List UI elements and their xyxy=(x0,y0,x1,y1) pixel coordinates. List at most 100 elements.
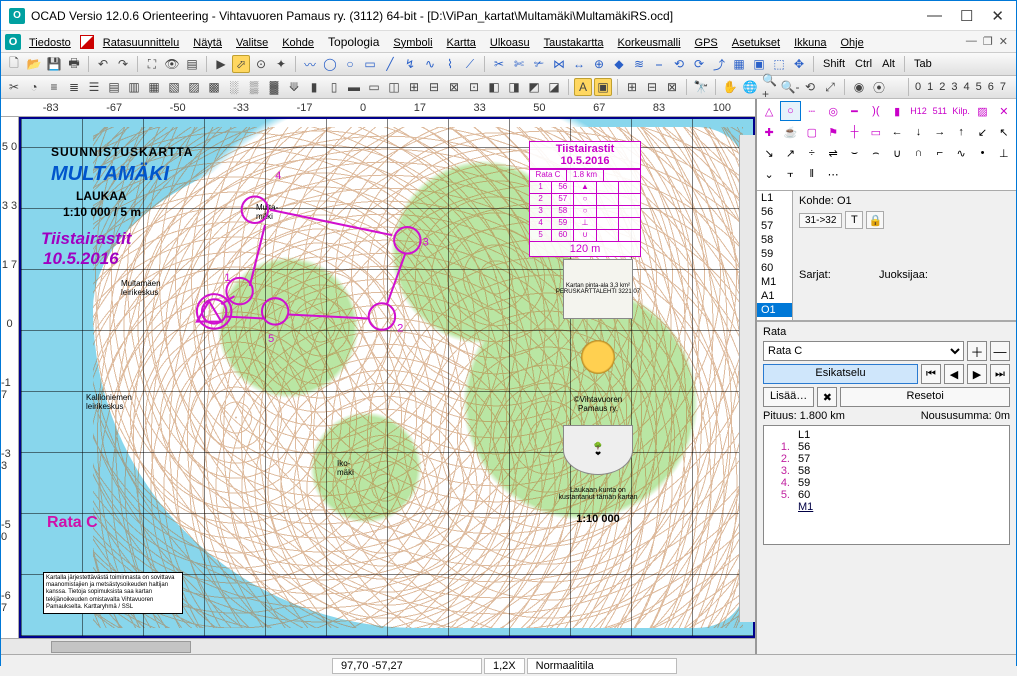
t2-marker-icon[interactable]: ◔ xyxy=(25,78,43,96)
t2-tbl3-icon[interactable]: ⊠ xyxy=(663,78,681,96)
pointer-icon[interactable]: ▶ xyxy=(212,55,230,73)
t2-p12-icon[interactable]: ◩ xyxy=(525,78,543,96)
sym-more-icon[interactable]: ⋯ xyxy=(823,164,843,184)
cut-icon[interactable]: ✂ xyxy=(490,55,508,73)
sym-cup-icon[interactable]: ☕ xyxy=(780,122,800,142)
sym-arr-l-icon[interactable]: ← xyxy=(887,122,907,142)
t2-drop-icon[interactable]: ⟱ xyxy=(285,78,303,96)
menu-map[interactable]: Kartta xyxy=(441,33,482,51)
sym-dblcircle-icon[interactable]: ◎ xyxy=(823,101,843,121)
lock-icon[interactable]: 🔒 xyxy=(866,211,884,229)
list-item[interactable]: A1 xyxy=(757,289,792,303)
menu-layout[interactable]: Ulkoasu xyxy=(484,33,536,51)
opt5-icon[interactable]: ⬚ xyxy=(770,55,788,73)
list-item[interactable]: 59 xyxy=(757,247,792,261)
t2-p2-icon[interactable]: ▯ xyxy=(325,78,343,96)
undo-icon[interactable]: ↶ xyxy=(94,55,112,73)
t2-h11-icon[interactable]: ▒ xyxy=(245,78,263,96)
menu-select[interactable]: Valitse xyxy=(230,33,274,51)
sym-dbldash-icon[interactable]: ⇌ xyxy=(823,143,843,163)
nav-icon[interactable]: ✥ xyxy=(790,55,808,73)
straight-icon[interactable]: ⎯ xyxy=(650,55,668,73)
list-item[interactable]: 57 xyxy=(757,219,792,233)
sym-hatch-icon[interactable]: ▨ xyxy=(972,101,992,121)
maximize-button[interactable]: ☐ xyxy=(960,7,973,25)
last-icon[interactable]: ⏭ xyxy=(990,364,1010,384)
mod-tab[interactable]: Tab xyxy=(910,58,936,70)
t2-h4-icon[interactable]: ▤ xyxy=(105,78,123,96)
sym-cross2-icon[interactable]: ┼ xyxy=(844,122,864,142)
menu-file[interactable]: Tiedosto xyxy=(23,33,77,51)
t2-zoomreset-icon[interactable]: ⟲ xyxy=(801,78,819,96)
t2-layer-icon[interactable]: ▣ xyxy=(594,78,612,96)
menu-symbol[interactable]: Symboli xyxy=(387,33,438,51)
app-menu-icon[interactable]: O xyxy=(5,34,21,50)
curve-icon[interactable]: 〰 xyxy=(301,55,319,73)
menu-topology[interactable]: Topologia xyxy=(322,33,385,51)
sym-line-icon[interactable]: ━ xyxy=(844,101,864,121)
sym-arr-ul-icon[interactable]: ↖ xyxy=(994,122,1014,142)
t2-hand-icon[interactable]: ✋ xyxy=(721,78,739,96)
rata-remove-button[interactable]: — xyxy=(990,341,1010,361)
sym-step-icon[interactable]: ⌐ xyxy=(930,143,950,163)
menu-dem[interactable]: Korkeusmalli xyxy=(612,33,687,51)
t2-h9-icon[interactable]: ▩ xyxy=(205,78,223,96)
list-item[interactable]: 60 xyxy=(757,261,792,275)
t2-p1-icon[interactable]: ▮ xyxy=(305,78,323,96)
t2-h12-icon[interactable]: ▓ xyxy=(265,78,283,96)
sym-parallel-icon[interactable]: ‖ xyxy=(802,164,822,184)
new-icon[interactable]: 🗋 xyxy=(5,55,23,73)
menu-bgmap[interactable]: Taustakartta xyxy=(538,33,610,51)
add-button[interactable]: Lisää… xyxy=(763,387,814,407)
mdi-restore-icon[interactable]: ❐ xyxy=(983,35,993,48)
first-icon[interactable]: ⏮ xyxy=(921,364,941,384)
menu-help[interactable]: Ohje xyxy=(834,33,869,51)
t2-zoomout-icon[interactable]: 🔍- xyxy=(781,78,799,96)
rect-icon[interactable]: ▭ xyxy=(361,55,379,73)
t2-p10-icon[interactable]: ◧ xyxy=(485,78,503,96)
sym-cup2-icon[interactable]: ∪ xyxy=(887,143,907,163)
mod-ctrl[interactable]: Ctrl xyxy=(851,58,876,70)
anchor-icon[interactable]: ⊕ xyxy=(590,55,608,73)
fill-icon[interactable]: ▦ xyxy=(730,55,748,73)
sparkle-icon[interactable]: ✦ xyxy=(272,55,290,73)
redo-icon[interactable]: ↷ xyxy=(114,55,132,73)
cut2-icon[interactable]: ✄ xyxy=(510,55,528,73)
horizontal-scrollbar[interactable] xyxy=(1,638,755,654)
sym-arr-dr-icon[interactable]: ↘ xyxy=(759,143,779,163)
sym-wave-icon[interactable]: ∿ xyxy=(951,143,971,163)
t2-h10-icon[interactable]: ░ xyxy=(225,78,243,96)
line-icon[interactable]: ╱ xyxy=(381,55,399,73)
t2-zoomin-icon[interactable]: 🔍+ xyxy=(761,78,779,96)
t2-p4-icon[interactable]: ▭ xyxy=(365,78,383,96)
sym-arr-u-icon[interactable]: ↑ xyxy=(951,122,971,142)
sym-perp-icon[interactable]: ⊥ xyxy=(994,143,1014,163)
opt1-icon[interactable]: ⟲ xyxy=(670,55,688,73)
t2-h7-icon[interactable]: ▧ xyxy=(165,78,183,96)
sym-cross-icon[interactable]: ✕ xyxy=(994,101,1014,121)
t2-p13-icon[interactable]: ◪ xyxy=(545,78,563,96)
freehand-icon[interactable]: ∿ xyxy=(421,55,439,73)
list-item[interactable]: L1 xyxy=(757,191,792,205)
opt4-icon[interactable]: ▣ xyxy=(750,55,768,73)
preview-button[interactable]: Esikatselu xyxy=(763,364,918,384)
sym-arr-dl-icon[interactable]: ↙ xyxy=(972,122,992,142)
mod-shift[interactable]: Shift xyxy=(819,58,849,70)
stairs-icon[interactable]: ⌇ xyxy=(441,55,459,73)
save-icon[interactable]: 💾 xyxy=(45,55,63,73)
sym-vbar-icon[interactable]: ⫟ xyxy=(780,164,800,184)
sym-kilp[interactable]: Kilp. xyxy=(951,101,971,121)
grid-icon[interactable]: ▤ xyxy=(183,55,201,73)
object-list[interactable]: L1 56 57 58 59 60 M1 A1 O1 xyxy=(757,191,793,320)
close-button[interactable]: ✕ xyxy=(991,7,1004,25)
t2-p6-icon[interactable]: ⊞ xyxy=(405,78,423,96)
t2-p11-icon[interactable]: ◨ xyxy=(505,78,523,96)
sym-brackets-icon[interactable]: )( xyxy=(866,101,886,121)
t2-tbl1-icon[interactable]: ⊞ xyxy=(623,78,641,96)
t2-p5-icon[interactable]: ◫ xyxy=(385,78,403,96)
eye-icon[interactable]: 👁 xyxy=(163,55,181,73)
polyline-icon[interactable]: ↯ xyxy=(401,55,419,73)
t2-tbl2-icon[interactable]: ⊟ xyxy=(643,78,661,96)
sym-frame-icon[interactable]: ▭ xyxy=(866,122,886,142)
t2-p8-icon[interactable]: ⊠ xyxy=(445,78,463,96)
